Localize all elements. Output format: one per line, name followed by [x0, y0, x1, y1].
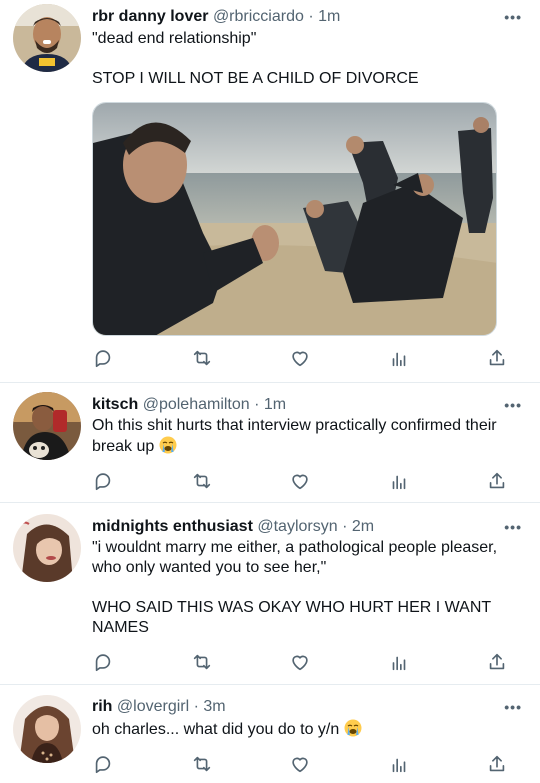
reply-button[interactable] — [92, 347, 114, 369]
retweet-button[interactable] — [191, 651, 213, 673]
share-button[interactable] — [486, 470, 508, 492]
retweet-button[interactable] — [191, 470, 213, 492]
separator-dot: · — [308, 8, 314, 25]
heart-icon — [292, 757, 308, 773]
avatar[interactable] — [13, 695, 81, 763]
reply-icon — [95, 654, 111, 672]
heart-icon — [292, 474, 308, 490]
reply-icon — [95, 756, 111, 774]
separator-dot: · — [342, 518, 348, 535]
more-options-icon[interactable]: ••• — [504, 700, 522, 714]
share-icon — [489, 472, 505, 489]
more-options-icon[interactable]: ••• — [504, 10, 522, 24]
share-button[interactable] — [486, 347, 508, 369]
timestamp[interactable]: 3m — [203, 698, 225, 715]
timestamp[interactable]: 1m — [264, 396, 286, 413]
retweet-button[interactable] — [191, 753, 213, 775]
text-line: who only wanted you to see her," — [92, 559, 327, 576]
like-button[interactable] — [289, 470, 311, 492]
crying-face-emoji — [159, 436, 177, 454]
display-name[interactable]: midnights enthusiast — [92, 518, 253, 535]
more-options-icon[interactable]: ••• — [504, 398, 522, 412]
views-icon — [392, 656, 406, 671]
share-icon — [489, 755, 505, 772]
share-button[interactable] — [486, 651, 508, 673]
user-handle[interactable]: @rbricciardo — [213, 8, 304, 25]
tweet-4[interactable]: rih @lovergirl · 3m ••• oh charles... wh… — [0, 685, 540, 783]
reply-button[interactable] — [92, 651, 114, 673]
user-handle[interactable]: @lovergirl — [117, 698, 189, 715]
text-line: NAMES — [92, 619, 149, 636]
text-line: "i wouldnt marry me either, a pathologic… — [92, 539, 498, 556]
views-button[interactable] — [388, 470, 410, 492]
views-button[interactable] — [388, 347, 410, 369]
text-line-empty — [92, 49, 526, 69]
text-line-with-emoji: break up — [92, 436, 526, 457]
separator-dot: · — [254, 396, 260, 413]
reply-icon — [95, 473, 111, 491]
avatar[interactable] — [13, 514, 81, 582]
views-button[interactable] — [388, 753, 410, 775]
like-button[interactable] — [289, 753, 311, 775]
tweet-text: oh charles... what did you do to y/n — [92, 719, 526, 740]
reply-button[interactable] — [92, 753, 114, 775]
tweet-header: rih @lovergirl · 3m — [92, 697, 500, 717]
tweet-text: Oh this shit hurts that interview practi… — [92, 416, 526, 457]
user-handle[interactable]: @polehamilton — [143, 396, 250, 413]
share-icon — [489, 349, 505, 366]
tweet-text: "dead end relationship" STOP I WILL NOT … — [92, 29, 526, 89]
heart-icon — [292, 351, 308, 367]
views-icon — [392, 475, 406, 490]
retweet-button[interactable] — [191, 347, 213, 369]
like-button[interactable] — [289, 651, 311, 673]
reply-button[interactable] — [92, 470, 114, 492]
more-options-icon[interactable]: ••• — [504, 520, 522, 534]
tweet-header: midnights enthusiast @taylorsyn · 2m — [92, 517, 500, 537]
views-icon — [392, 352, 406, 367]
avatar[interactable] — [13, 392, 81, 460]
tweet-text: "i wouldnt marry me either, a pathologic… — [92, 538, 526, 638]
text-line: oh charles... what did you do to y/n — [92, 721, 340, 738]
retweet-icon — [193, 350, 211, 366]
text-line: WHO SAID THIS WAS OKAY WHO HURT HER I WA… — [92, 599, 492, 616]
text-line: Oh this shit hurts that interview practi… — [92, 417, 497, 434]
timestamp[interactable]: 1m — [318, 8, 340, 25]
retweet-icon — [193, 756, 211, 772]
text-line: break up — [92, 438, 155, 455]
separator-dot: · — [193, 698, 199, 715]
display-name[interactable]: rbr danny lover — [92, 8, 208, 25]
share-button[interactable] — [486, 753, 508, 775]
display-name[interactable]: kitsch — [92, 396, 138, 413]
views-button[interactable] — [388, 651, 410, 673]
retweet-icon — [193, 654, 211, 670]
tweet-header: rbr danny lover @rbricciardo · 1m — [92, 7, 500, 27]
share-icon — [489, 653, 505, 670]
display-name[interactable]: rih — [92, 698, 112, 715]
timestamp[interactable]: 2m — [352, 518, 374, 535]
tweet-actions — [92, 651, 510, 673]
like-button[interactable] — [289, 347, 311, 369]
crying-face-emoji — [344, 719, 362, 737]
tweet-actions — [92, 347, 510, 369]
tweet-actions — [92, 470, 510, 492]
user-handle[interactable]: @taylorsyn — [257, 518, 337, 535]
tweet-media-image[interactable] — [92, 102, 497, 336]
tweet-2[interactable]: kitsch @polehamilton · 1m ••• Oh this sh… — [0, 383, 540, 503]
avatar[interactable] — [13, 4, 81, 72]
retweet-icon — [193, 473, 211, 489]
text-line-empty — [92, 578, 526, 598]
tweet-header: kitsch @polehamilton · 1m — [92, 395, 500, 415]
tweet-actions — [92, 753, 510, 775]
tweet-3[interactable]: midnights enthusiast @taylorsyn · 2m •••… — [0, 503, 540, 685]
tweet-1[interactable]: rbr danny lover @rbricciardo · 1m ••• "d… — [0, 0, 540, 383]
text-line: STOP I WILL NOT BE A CHILD OF DIVORCE — [92, 70, 419, 87]
views-icon — [392, 758, 406, 773]
text-line: "dead end relationship" — [92, 30, 257, 47]
reply-icon — [95, 350, 111, 368]
heart-icon — [292, 655, 308, 671]
